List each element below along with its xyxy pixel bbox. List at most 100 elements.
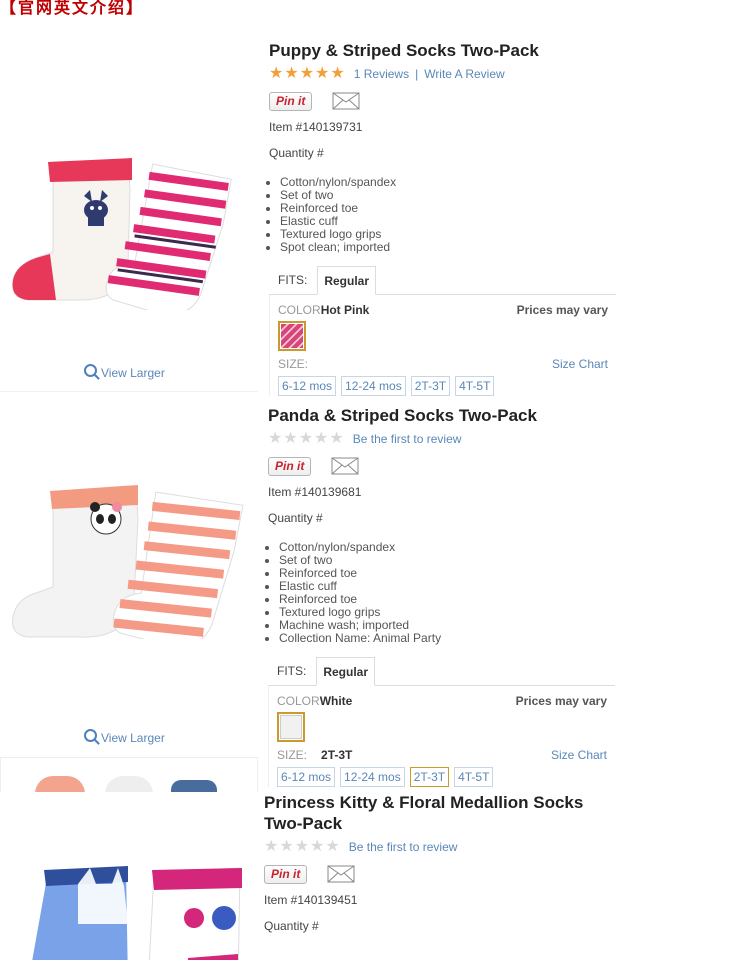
quantity-label: Quantity # <box>268 511 323 525</box>
size-label: SIZE: <box>277 748 308 762</box>
size-chart-link[interactable]: Size Chart <box>551 748 607 762</box>
size-option[interactable]: 12-24 mos <box>341 376 406 396</box>
size-options: 6-12 mos 12-24 mos 2T-3T 4T-5T <box>277 767 607 787</box>
star-icon: ★ <box>264 838 279 855</box>
reviews-link[interactable]: 1 Reviews <box>354 67 409 81</box>
view-larger-link[interactable]: View Larger <box>84 364 165 380</box>
color-label: COLOR <box>278 303 321 317</box>
star-icon: ★ <box>268 430 283 447</box>
magnifier-icon <box>84 729 97 742</box>
options-panel: COLORHot Pink Prices may vary SIZE: Size… <box>269 294 616 396</box>
prices-note: Prices may vary <box>516 303 608 317</box>
size-option[interactable]: 6-12 mos <box>277 767 336 787</box>
item-number: Item #140139731 <box>269 120 363 134</box>
star-icon: ★ <box>330 65 345 82</box>
write-review-link[interactable]: Write A Review <box>424 67 504 81</box>
share-row: Pin it <box>268 456 615 476</box>
product-image[interactable]: View Larger <box>0 393 258 753</box>
thumbnail[interactable] <box>35 776 85 792</box>
share-row: Pin it <box>269 91 616 111</box>
product-title[interactable]: Panda & Striped Socks Two-Pack <box>268 405 615 426</box>
view-larger-label: View Larger <box>101 366 165 380</box>
color-row: COLORHot Pink Prices may vary <box>278 303 608 317</box>
color-row: COLORWhite Prices may vary <box>277 694 607 708</box>
view-larger-label: View Larger <box>101 731 165 745</box>
email-icon[interactable] <box>332 92 360 110</box>
fits-label: FITS: <box>278 273 308 287</box>
product-info: Puppy & Striped Socks Two-Pack ★ ★ ★ ★ ★… <box>269 40 616 396</box>
star-icon: ★ <box>294 838 310 855</box>
rating-row: ★ ★ ★ ★ ★ Be the first to review <box>264 839 614 855</box>
star-icon: ★ <box>298 430 314 447</box>
size-option[interactable]: 6-12 mos <box>278 376 337 396</box>
color-value: Hot Pink <box>320 303 370 317</box>
size-option[interactable]: 2T-3T <box>410 376 451 396</box>
swatch-fill <box>281 324 303 348</box>
star-icon: ★ <box>283 430 298 447</box>
rating-row: ★ ★ ★ ★ ★ 1 Reviews | Write A Review <box>269 66 616 82</box>
quantity-label: Quantity # <box>269 146 324 160</box>
feature-item: Spot clean; imported <box>280 241 616 254</box>
banner-title: 【官网英文介绍】 <box>0 0 145 17</box>
swatch-fill <box>280 715 302 739</box>
color-swatch[interactable] <box>278 321 306 351</box>
item-number: Item #140139681 <box>268 485 362 499</box>
email-icon[interactable] <box>331 457 359 475</box>
features-list: Cotton/nylon/spandex Set of two Reinforc… <box>268 541 615 645</box>
size-chart-link[interactable]: Size Chart <box>552 357 608 371</box>
options-panel: COLORWhite Prices may vary SIZE: 2T-3T Si… <box>268 685 615 787</box>
size-label: SIZE: <box>278 357 309 371</box>
fits-row: FITS: Regular <box>269 266 616 295</box>
view-larger-link[interactable]: View Larger <box>84 729 165 745</box>
star-icon: ★ <box>299 65 315 82</box>
thumbnail[interactable] <box>171 780 217 792</box>
magnifier-icon <box>84 364 97 377</box>
product-image[interactable]: View Larger <box>0 40 258 390</box>
size-option[interactable]: 4T-5T <box>454 767 494 787</box>
feature-item: Collection Name: Animal Party <box>279 632 615 645</box>
color-value: White <box>319 694 353 708</box>
product-title[interactable]: Puppy & Striped Socks Two-Pack <box>269 40 616 61</box>
first-review-link[interactable]: Be the first to review <box>353 432 462 446</box>
socks-image <box>32 866 242 960</box>
prices-note: Prices may vary <box>515 694 607 708</box>
size-option[interactable]: 4T-5T <box>455 376 495 396</box>
email-icon[interactable] <box>327 865 355 883</box>
thumbnail-strip <box>0 757 258 792</box>
fits-row: FITS: Regular <box>268 657 615 686</box>
star-icon: ★ <box>314 430 329 447</box>
socks-image <box>12 158 232 310</box>
product-info: Princess Kitty & Floral Medallion Socks … <box>264 792 614 933</box>
size-option-selected[interactable]: 2T-3T <box>409 767 450 787</box>
first-review-link[interactable]: Be the first to review <box>349 840 458 854</box>
fit-tab-regular[interactable]: Regular <box>316 657 376 686</box>
star-icon: ★ <box>269 65 284 82</box>
pinterest-button[interactable]: Pin it <box>269 91 313 111</box>
star-icon: ★ <box>310 838 325 855</box>
rating-row: ★ ★ ★ ★ ★ Be the first to review <box>268 431 615 447</box>
fit-tab-regular[interactable]: Regular <box>317 266 377 295</box>
star-icon: ★ <box>284 65 299 82</box>
share-row: Pin it <box>264 864 614 884</box>
color-label: COLOR <box>277 694 320 708</box>
product-title[interactable]: Princess Kitty & Floral Medallion Socks … <box>264 792 614 834</box>
color-swatch[interactable] <box>277 712 305 742</box>
fits-label: FITS: <box>277 664 307 678</box>
star-icon: ★ <box>329 430 344 447</box>
product-image[interactable] <box>0 792 258 960</box>
pinterest-button[interactable]: Pin it <box>268 456 312 476</box>
star-icon: ★ <box>279 838 294 855</box>
size-option[interactable]: 12-24 mos <box>340 767 405 787</box>
size-row: SIZE: 2T-3T Size Chart <box>277 748 607 762</box>
thumbnail[interactable] <box>105 776 153 792</box>
pinterest-button[interactable]: Pin it <box>264 864 308 884</box>
socks-image <box>12 485 244 639</box>
product-info: Panda & Striped Socks Two-Pack ★ ★ ★ ★ ★… <box>268 405 615 787</box>
star-icon: ★ <box>325 838 340 855</box>
size-row: SIZE: Size Chart <box>278 357 608 371</box>
quantity-label: Quantity # <box>264 919 319 933</box>
divider <box>0 391 258 392</box>
size-options: 6-12 mos 12-24 mos 2T-3T 4T-5T <box>278 376 608 396</box>
separator: | <box>415 67 419 81</box>
item-number: Item #140139451 <box>264 893 358 907</box>
